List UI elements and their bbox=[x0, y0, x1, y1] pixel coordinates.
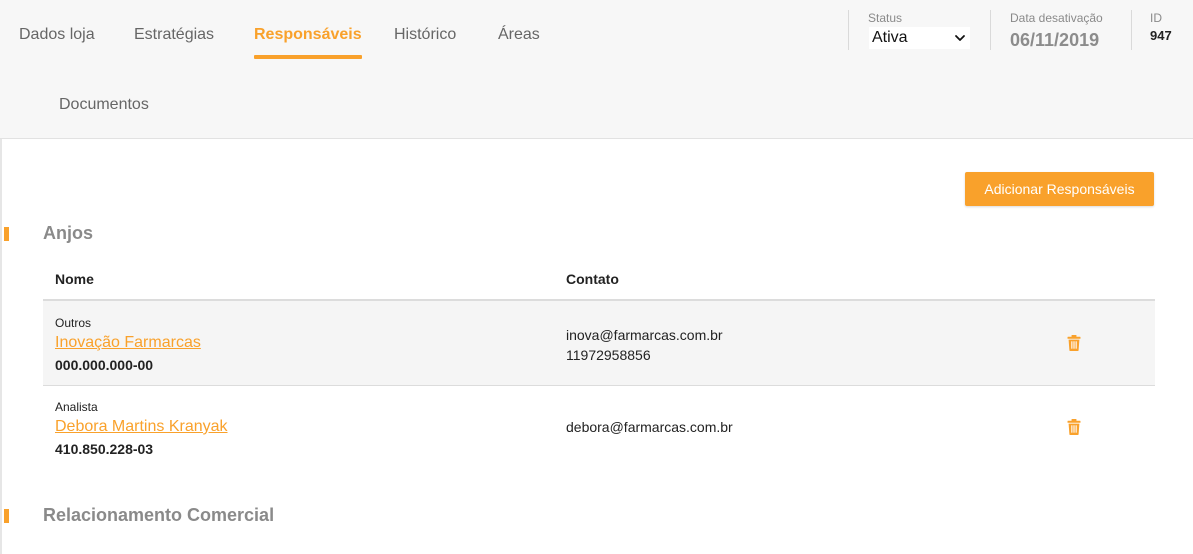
tab-areas[interactable]: Áreas bbox=[498, 26, 540, 44]
column-header-contato: Contato bbox=[566, 271, 619, 287]
tab-dados-loja[interactable]: Dados loja bbox=[19, 26, 95, 44]
active-tab-indicator bbox=[254, 55, 362, 59]
section-title-relacionamento-comercial: Relacionamento Comercial bbox=[43, 505, 275, 525]
responsible-document: 000.000.000-00 bbox=[55, 357, 154, 373]
status-select[interactable]: Ativa bbox=[869, 27, 970, 49]
tab-label: Áreas bbox=[498, 26, 540, 43]
tab-estrategias[interactable]: Estratégias bbox=[134, 26, 214, 44]
id-label: ID bbox=[1150, 11, 1162, 25]
tab-label: Documentos bbox=[59, 96, 149, 113]
section-marker bbox=[4, 227, 9, 241]
status-label: Status bbox=[868, 11, 903, 25]
contact-email: inova@farmarcas.com.br bbox=[566, 327, 723, 343]
tab-historico[interactable]: Histórico bbox=[394, 26, 456, 44]
responsible-role: Outros bbox=[55, 316, 92, 330]
content-left-border bbox=[0, 139, 2, 554]
table-row: Outros Inovação Farmarcas 000.000.000-00… bbox=[43, 301, 1155, 385]
store-header: Dados loja Estratégias Responsáveis Hist… bbox=[0, 0, 1193, 139]
section-title-anjos: Anjos bbox=[43, 223, 94, 243]
divider bbox=[848, 10, 849, 50]
deactivation-date-value: 06/11/2019 bbox=[1010, 30, 1100, 50]
tab-label: Dados loja bbox=[19, 26, 95, 43]
tab-label: Responsáveis bbox=[254, 26, 362, 43]
trash-icon[interactable] bbox=[1067, 335, 1081, 351]
tab-label: Histórico bbox=[394, 26, 457, 43]
divider bbox=[1131, 10, 1132, 50]
responsible-name-link[interactable]: Debora Martins Kranyak bbox=[55, 418, 228, 436]
table-row: Analista Debora Martins Kranyak 410.850.… bbox=[43, 386, 1155, 470]
section-marker bbox=[4, 509, 9, 523]
contact-phone: 11972958856 bbox=[566, 347, 651, 363]
add-responsaveis-button[interactable]: Adicionar Responsáveis bbox=[965, 172, 1154, 206]
responsible-role: Analista bbox=[55, 400, 98, 414]
tab-responsaveis[interactable]: Responsáveis bbox=[254, 26, 362, 59]
divider bbox=[990, 10, 991, 50]
chevron-down-icon bbox=[955, 35, 965, 41]
column-header-nome: Nome bbox=[55, 271, 94, 287]
trash-icon[interactable] bbox=[1067, 419, 1081, 435]
status-value: Ativa bbox=[872, 29, 908, 46]
deactivation-date-label: Data desativação bbox=[1010, 11, 1103, 25]
tab-documentos[interactable]: Documentos bbox=[59, 96, 149, 114]
id-value: 947 bbox=[1150, 28, 1172, 43]
tab-label: Estratégias bbox=[134, 26, 215, 43]
responsible-name-link[interactable]: Inovação Farmarcas bbox=[55, 334, 201, 352]
contact-email: debora@farmarcas.com.br bbox=[566, 419, 733, 435]
responsible-document: 410.850.228-03 bbox=[55, 441, 154, 457]
